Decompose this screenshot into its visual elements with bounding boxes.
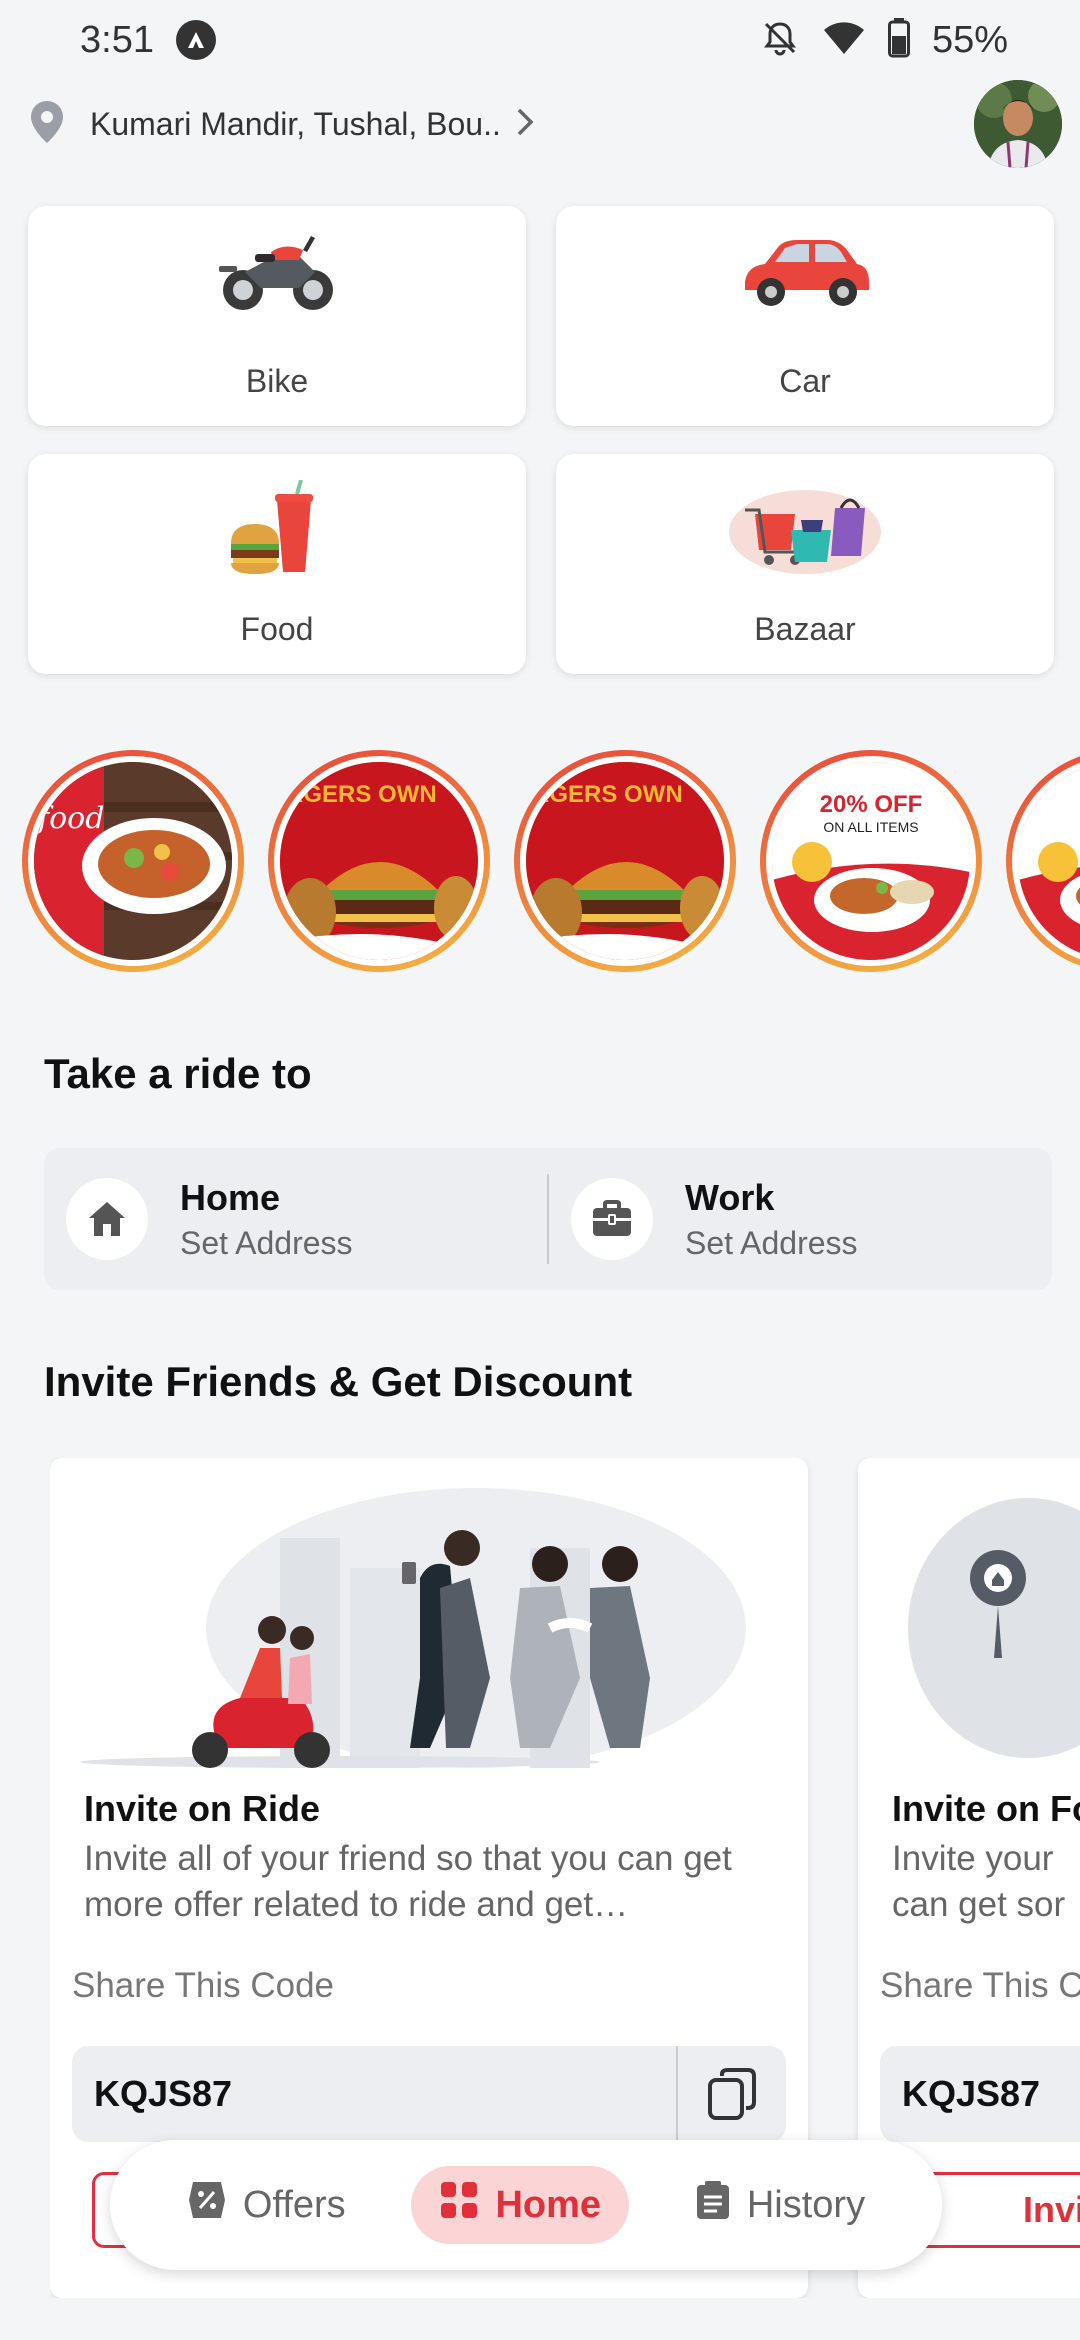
invite-card-description: Invite all of your friend so that you ca… [84, 1839, 732, 1924]
invite-ride-illustration [50, 1478, 808, 1768]
service-label: Bazaar [754, 611, 856, 647]
copy-icon[interactable] [676, 2046, 786, 2142]
invite-card-title: Invite on Ride [84, 1788, 321, 1829]
bike-icon [215, 232, 339, 321]
story-item[interactable]: RGERS OWN [514, 750, 736, 972]
ride-section-title: Take a ride to [44, 1050, 312, 1097]
ride-destinations: Home Set Address Work Set Address [44, 1148, 1052, 1290]
service-label: Food [240, 611, 314, 647]
share-code-label: Share This Code [72, 1966, 335, 2005]
svg-text:20% OFF: 20% OFF [820, 791, 923, 818]
svg-text:RGERS OWN: RGERS OWN [532, 781, 683, 808]
service-label: Car [779, 363, 831, 399]
location-text: Kumari Mandir, Tushal, Bou.. [90, 105, 501, 142]
nav-label: Offers [242, 2183, 346, 2226]
service-card-car[interactable]: Car [556, 206, 1054, 426]
avatar[interactable] [974, 80, 1062, 168]
ride-destination-title: Home [180, 1176, 281, 1218]
referral-code: KQJS87 [94, 2073, 233, 2114]
svg-text:RGERS OWN: RGERS OWN [286, 781, 437, 808]
bell-off-icon [760, 18, 800, 63]
service-card-bike[interactable]: Bike [28, 206, 526, 426]
status-time: 3:51 [80, 18, 154, 61]
invite-food-illustration [858, 1478, 1080, 1768]
story-item[interactable]: RGERS OWN [268, 750, 490, 972]
invite-section-title: Invite Friends & Get Discount [44, 1358, 633, 1405]
battery-percent: 55% [931, 18, 1008, 61]
story-item[interactable]: 2 [1006, 750, 1080, 972]
offers-icon [187, 2180, 227, 2230]
story-carousel[interactable]: food RGERS OWN RGERS OWN 20% OFF ON ALL … [22, 750, 1080, 975]
chevron-right-icon [515, 107, 535, 142]
svg-text:ON ALL ITEMS: ON ALL ITEMS [823, 819, 918, 835]
ride-destination-subtitle: Set Address [180, 1224, 353, 1261]
nav-label: Home [495, 2183, 602, 2226]
nav-home[interactable]: Home [411, 2166, 630, 2244]
ride-destination-work[interactable]: Work Set Address [547, 1174, 1052, 1264]
briefcase-icon [571, 1178, 653, 1260]
nav-offers[interactable]: Offers [159, 2166, 374, 2244]
wifi-icon [822, 20, 866, 61]
nav-label: History [746, 2183, 866, 2226]
service-card-bazaar[interactable]: Bazaar [556, 454, 1054, 674]
invite-card-title: Invite on Fo [892, 1788, 1080, 1829]
nav-history[interactable]: History [667, 2166, 893, 2244]
service-grid: Bike Car Food Bazaar [28, 206, 1054, 674]
status-bar: 3:51 55% [0, 0, 1080, 80]
referral-code-box: KQJS87 [72, 2046, 786, 2142]
referral-code: KQJS87 [902, 2073, 1041, 2114]
battery-icon [887, 17, 910, 63]
car-icon [735, 232, 875, 321]
invite-card-description: Invite your can get sor [892, 1839, 1066, 1924]
share-code-label: Share This C [880, 1966, 1080, 2005]
ride-destination-subtitle: Set Address [685, 1224, 858, 1261]
story-item[interactable]: 20% OFF ON ALL ITEMS [760, 750, 982, 972]
referral-code-box: KQJS87 [880, 2046, 1080, 2142]
story-item[interactable]: food [22, 750, 244, 972]
bazaar-icon [725, 480, 885, 581]
location-pin-icon [28, 99, 66, 150]
bottom-nav: Offers Home History [110, 2140, 942, 2270]
service-card-food[interactable]: Food [28, 454, 526, 674]
app-notification-icon [175, 20, 216, 60]
service-label: Bike [245, 363, 309, 399]
food-icon [227, 479, 327, 585]
home-icon [66, 1178, 148, 1260]
history-icon [695, 2179, 731, 2231]
location-selector[interactable]: Kumari Mandir, Tushal, Bou.. [0, 80, 1080, 168]
home-grid-icon [439, 2180, 479, 2230]
ride-destination-home[interactable]: Home Set Address [44, 1148, 547, 1290]
svg-text:food: food [36, 801, 104, 836]
ride-destination-title: Work [685, 1176, 775, 1218]
